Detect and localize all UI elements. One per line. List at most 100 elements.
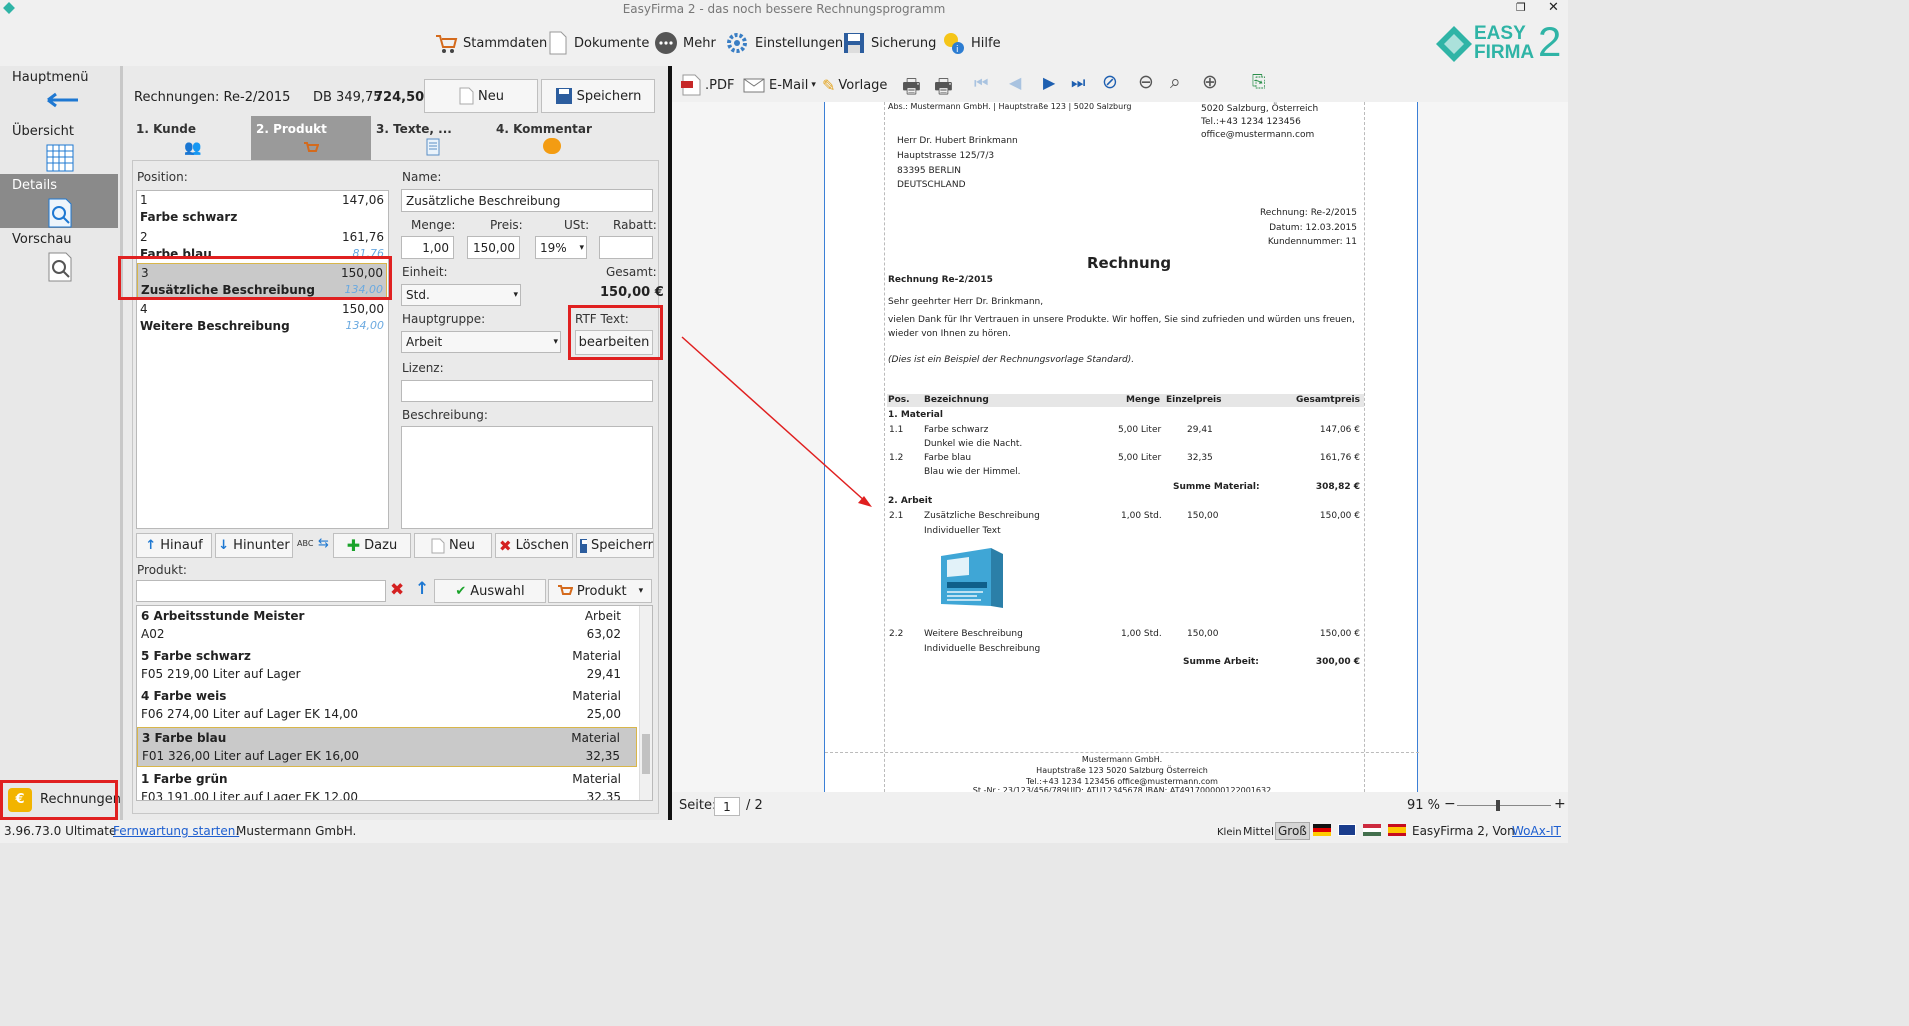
restore-icon[interactable]: ❐: [1516, 1, 1526, 14]
sidebar-item-details[interactable]: Details: [0, 174, 118, 228]
swap-icon[interactable]: ⇆: [318, 536, 329, 551]
scrollbar-thumb[interactable]: [642, 734, 650, 774]
gear-icon: [727, 33, 747, 53]
ust-label: USt:: [564, 218, 590, 232]
lizenz-field[interactable]: [401, 380, 653, 402]
produkt-row-selected[interactable]: 3 Farbe blau Material F01 326,00 Liter auf…: [137, 727, 637, 767]
scrollbar[interactable]: [639, 606, 652, 800]
sidebar-item-vorschau[interactable]: Vorschau: [0, 228, 118, 282]
back-arrow-icon: [47, 92, 78, 108]
toolbar-dokumente[interactable]: Dokumente: [547, 28, 649, 58]
toolbar-stammdaten[interactable]: Stammdaten: [434, 28, 547, 58]
close-icon[interactable]: ✕: [1548, 0, 1559, 15]
name-field[interactable]: Zusätzliche Beschreibung: [401, 189, 653, 212]
flag-hu-icon[interactable]: [1363, 824, 1381, 836]
sidebar: Hauptmenü Übersicht Details Vorschau € R…: [0, 66, 121, 820]
arrow-down-icon: ↓: [218, 538, 230, 553]
pdf-export-button[interactable]: .PDF: [680, 74, 734, 96]
toolbar-hilfe[interactable]: i Hilfe: [940, 28, 1001, 58]
tab-produkt[interactable]: 2. Produkt: [251, 116, 371, 160]
produkt-dropdown-button[interactable]: Produkt ▾: [548, 579, 652, 603]
clear-icon[interactable]: ✖: [390, 580, 404, 600]
spellcheck-icon[interactable]: ABC: [297, 539, 313, 548]
zoom-plus-icon[interactable]: +: [1554, 796, 1566, 812]
auswahl-button[interactable]: ✔ Auswahl: [434, 579, 546, 603]
move-down-button[interactable]: ↓ Hinunter: [215, 533, 293, 558]
position-row[interactable]: 1 147,06 Farbe schwarz: [137, 191, 387, 228]
produkt-row[interactable]: 6 Arbeitsstunde Meister Arbeit A02 63,02: [137, 606, 637, 646]
compass-icon[interactable]: ⊘: [1102, 71, 1118, 93]
menge-field[interactable]: 1,00: [401, 236, 454, 259]
first-page-icon[interactable]: ⏮: [974, 73, 988, 93]
flag-gb-icon[interactable]: [1338, 824, 1356, 836]
arrow-up-icon[interactable]: ↑: [415, 579, 429, 599]
print-settings-icon[interactable]: 🖶: [934, 72, 953, 106]
produkt-list[interactable]: 6 Arbeitsstunde Meister Arbeit A02 63,02 5 …: [136, 605, 653, 801]
line-qty: 5,00 Liter: [1118, 425, 1162, 435]
zoom-out-icon[interactable]: ⊖: [1138, 71, 1154, 93]
button-label: Speichern: [576, 88, 642, 104]
zoom-slider-thumb[interactable]: [1496, 800, 1500, 811]
zoom-in-icon[interactable]: ⊕: [1202, 71, 1218, 93]
flag-es-icon[interactable]: [1388, 824, 1406, 836]
new-document-button[interactable]: Neu: [424, 79, 538, 113]
size-medium[interactable]: Mittel: [1243, 825, 1274, 838]
pencil-icon: ✎: [822, 75, 836, 95]
zoom-minus-icon[interactable]: −: [1444, 796, 1456, 812]
vendor-link[interactable]: WoAx-IT: [1512, 824, 1561, 838]
hauptgruppe-select[interactable]: Arbeit ▾: [401, 331, 561, 353]
margin-line: [1364, 102, 1365, 792]
sidebar-item-label: Vorschau: [12, 232, 72, 247]
remote-support-link[interactable]: Fernwartung starten.: [113, 824, 239, 838]
toolbar-label: Sicherung: [871, 35, 937, 51]
save-document-button[interactable]: Speichern: [541, 79, 655, 113]
beschreibung-field[interactable]: [401, 426, 653, 529]
tab-kunde[interactable]: 1. Kunde 👥: [132, 116, 250, 160]
page-number-input[interactable]: 1: [714, 797, 740, 816]
ust-select[interactable]: 19% ▾: [535, 236, 587, 259]
produkt-row[interactable]: 4 Farbe weis Material F06 274,00 Liter auf…: [137, 686, 637, 726]
page-icon: [431, 538, 445, 553]
vorlage-button[interactable]: ✎ Vorlage: [822, 74, 887, 96]
size-large[interactable]: Groß: [1275, 822, 1310, 840]
produkt-row[interactable]: 1 Farbe grün Material F03 191,00 Liter auf…: [137, 769, 637, 800]
add-button[interactable]: ✚ Dazu: [333, 533, 411, 558]
preis-field[interactable]: 150,00: [467, 236, 520, 259]
last-page-icon[interactable]: ⏭: [1071, 73, 1085, 93]
toolbar-einstellungen[interactable]: Einstellungen: [724, 28, 843, 58]
position-row[interactable]: 4 150,00 Weitere Beschreibung 134,00: [137, 300, 387, 337]
footer-line: Hauptstraße 123 5020 Salzburg Österreich: [1036, 766, 1208, 775]
toolbar-mehr[interactable]: Mehr: [654, 28, 716, 58]
zoom-icon[interactable]: ⌕: [1170, 71, 1181, 93]
export-icon[interactable]: ⎘: [1252, 72, 1266, 92]
printer-icon[interactable]: 🖶: [902, 72, 921, 106]
button-label: Neu: [449, 538, 475, 553]
einheit-select[interactable]: Std. ▾: [401, 284, 521, 306]
delete-button[interactable]: ✖ Löschen: [495, 533, 573, 558]
produkt-row[interactable]: 5 Farbe schwarz Material F05 219,00 Liter …: [137, 646, 637, 686]
produkt-category: Material: [572, 772, 621, 786]
new-position-button[interactable]: Neu: [414, 533, 492, 558]
position-list[interactable]: 1 147,06 Farbe schwarz 2 161,76 Farbe blau 81…: [136, 190, 389, 529]
produkt-name: 1 Farbe grün: [141, 772, 228, 786]
button-label: Löschen: [515, 538, 569, 553]
produkt-category: Material: [572, 649, 621, 663]
next-page-icon[interactable]: ▶: [1043, 73, 1055, 92]
size-small[interactable]: Klein: [1217, 827, 1242, 838]
prev-page-icon[interactable]: ◀: [1009, 73, 1021, 92]
save-position-button[interactable]: Speicherr: [576, 533, 654, 558]
toolbar-sicherung[interactable]: Sicherung: [842, 28, 936, 58]
produkt-search-input[interactable]: [136, 580, 386, 602]
flag-de-icon[interactable]: [1313, 824, 1331, 836]
rabatt-field[interactable]: [599, 236, 653, 259]
produkt-name: 6 Arbeitsstunde Meister: [141, 609, 305, 623]
sidebar-item-uebersicht[interactable]: Übersicht: [0, 120, 118, 174]
tab-texte[interactable]: 3. Texte, ...: [372, 116, 490, 160]
email-button[interactable]: E-Mail ▾: [742, 74, 816, 96]
cart-icon: [557, 585, 573, 595]
tab-kommentar[interactable]: 4. Kommentar: [491, 116, 609, 160]
intro-text: wieder von Ihnen zu hören.: [888, 329, 1011, 339]
move-up-button[interactable]: ↑ Hinauf: [136, 533, 212, 558]
zoom-slider[interactable]: [1457, 805, 1551, 806]
sidebar-item-hauptmenu[interactable]: Hauptmenü: [0, 66, 118, 120]
